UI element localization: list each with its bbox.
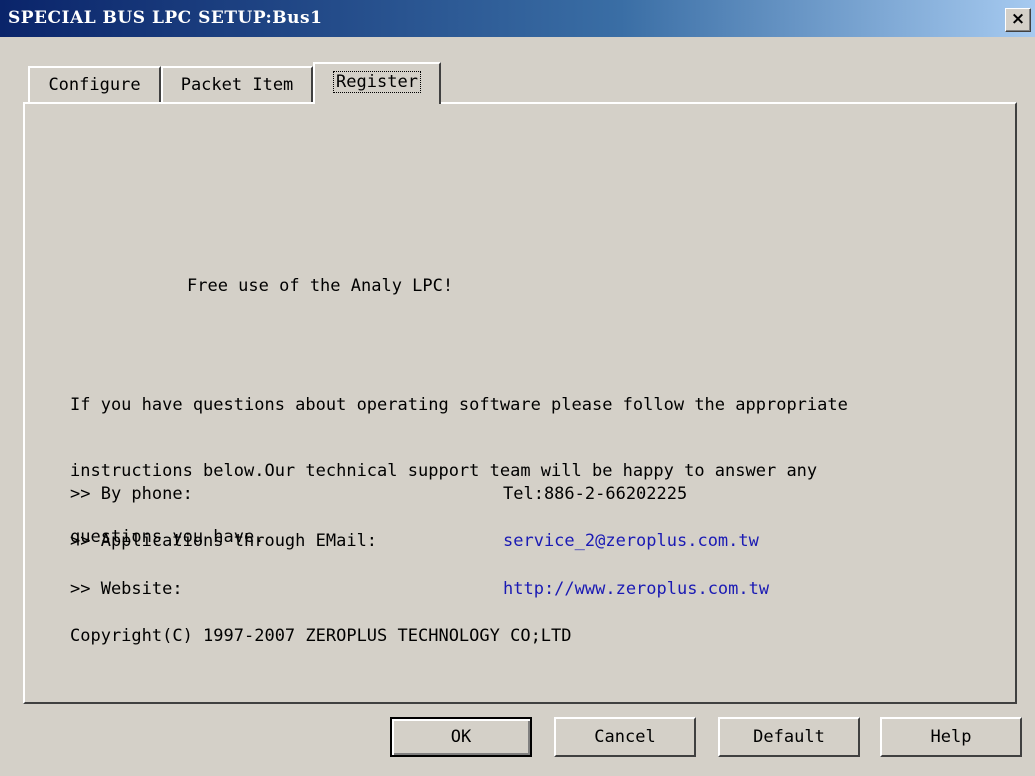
- website-link[interactable]: http://www.zeroplus.com.tw: [503, 579, 769, 599]
- tab-register[interactable]: Register: [313, 62, 441, 104]
- email-link[interactable]: service_2@zeroplus.com.tw: [503, 531, 759, 551]
- register-panel: Free use of the Analy LPC! If you have q…: [23, 102, 1017, 704]
- tab-packet-item[interactable]: Packet Item: [161, 66, 313, 102]
- support-intro: If you have questions about operating so…: [70, 350, 848, 592]
- window-title: SPECIAL BUS LPC SETUP:Bus1: [8, 8, 323, 28]
- close-icon: ×: [1010, 9, 1026, 29]
- free-use-text: Free use of the Analy LPC!: [187, 276, 454, 296]
- setup-dialog: SPECIAL BUS LPC SETUP:Bus1 × Configure P…: [0, 0, 1035, 776]
- support-intro-line: instructions below.Our technical support…: [70, 461, 818, 481]
- phone-value: Tel:886-2-66202225: [503, 484, 688, 504]
- default-button[interactable]: Default: [718, 717, 860, 757]
- tab-configure[interactable]: Configure: [28, 66, 161, 102]
- cancel-button[interactable]: Cancel: [554, 717, 696, 757]
- tab-configure-label: Configure: [48, 75, 141, 95]
- close-button[interactable]: ×: [1005, 8, 1031, 32]
- help-button[interactable]: Help: [880, 717, 1022, 757]
- email-label: >> Applications through EMail:: [70, 531, 378, 551]
- support-intro-line: If you have questions about operating so…: [70, 395, 848, 415]
- copyright-text: Copyright(C) 1997-2007 ZEROPLUS TECHNOLO…: [70, 626, 572, 646]
- phone-label: >> By phone:: [70, 484, 193, 504]
- ok-button[interactable]: OK: [390, 717, 532, 757]
- tab-packet-item-label: Packet Item: [180, 75, 294, 95]
- title-bar[interactable]: SPECIAL BUS LPC SETUP:Bus1 ×: [0, 0, 1035, 37]
- tab-register-label: Register: [333, 71, 421, 93]
- website-label: >> Website:: [70, 579, 183, 599]
